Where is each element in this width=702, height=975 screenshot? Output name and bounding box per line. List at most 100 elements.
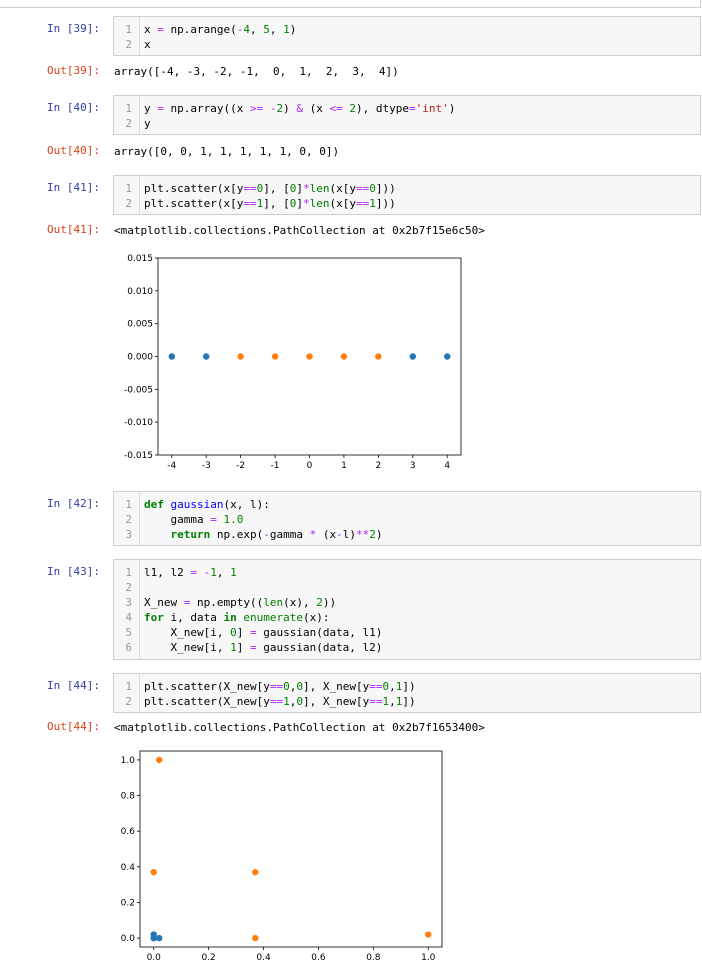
y-tick-label: 0.6 xyxy=(121,827,136,837)
line-number: 2 xyxy=(125,513,132,526)
line-number: 1 xyxy=(125,498,132,511)
in-prompt-43: In [43]: xyxy=(47,565,100,578)
code-line: X_new = np.empty((len(x), 2)) xyxy=(144,596,337,609)
y-tick-label: -0.005 xyxy=(124,385,153,395)
scatter-plot-1: -4 -3 -2 -1 0 1 2 3 4 0.015 0.010 0.005 0.000 -0.005 -… xyxy=(124,254,462,471)
x-tick-label: -1 xyxy=(271,461,280,471)
code-cell-44[interactable]: 1 plt.scatter(X_new[y==0,0], X_new[y==0,1… xyxy=(113,673,701,713)
line-number: 4 xyxy=(125,611,132,624)
scatter-point-series-0 xyxy=(444,353,451,360)
in-prompt-42: In [42]: xyxy=(47,497,100,510)
scatter-point-series-0 xyxy=(150,934,157,942)
output-text-44: <matplotlib.collections.PathCollection a… xyxy=(114,721,485,734)
scatter-point-series-1 xyxy=(156,756,163,764)
y-tick-label: 0.015 xyxy=(127,254,153,264)
y-tick-label: 0.005 xyxy=(127,320,153,330)
out-prompt-39: Out[39]: xyxy=(47,64,100,77)
line-number: 6 xyxy=(125,641,132,654)
x-tick-label: 1.0 xyxy=(421,953,436,963)
x-tick-label: 0 xyxy=(307,461,313,471)
line-number: 2 xyxy=(125,581,132,594)
x-tick-label: 1 xyxy=(341,461,347,471)
scatter-point-series-0 xyxy=(168,353,175,360)
scatter-point-series-1 xyxy=(252,868,259,876)
line-number: 1 xyxy=(125,182,132,195)
code-line: return np.exp(-gamma * (x-l)**2) xyxy=(170,528,383,541)
scatter-point-series-1 xyxy=(271,353,279,360)
code-line: l1, l2 = -1, 1 xyxy=(144,566,237,579)
line-number: 3 xyxy=(125,596,132,609)
line-number: 3 xyxy=(125,528,132,541)
scatter-point-series-1 xyxy=(340,353,348,360)
scatter-point-series-0 xyxy=(409,353,416,360)
x-tick-label: 0.4 xyxy=(256,953,271,963)
scatter-point-series-1 xyxy=(375,353,382,360)
out-prompt-41: Out[41]: xyxy=(47,223,100,236)
output-text-40: array([0, 0, 1, 1, 1, 1, 1, 0, 0]) xyxy=(114,145,340,158)
plot-frame xyxy=(139,750,443,948)
line-number: 2 xyxy=(125,38,132,51)
code-cell-39[interactable]: 1 x = np.arange(-4, 5, 1) 2x xyxy=(113,16,701,56)
code-line: gamma = 1.0 xyxy=(144,513,244,526)
x-tick-label: -4 xyxy=(167,461,176,471)
x-tick-label: 3 xyxy=(410,461,416,471)
scatter-point-series-1 xyxy=(237,353,244,360)
code-line: plt.scatter(X_new[y==0,0], X_new[y==0,1]… xyxy=(144,680,416,693)
code-line: def gaussian(x, l): xyxy=(144,498,270,511)
code-cell-43[interactable]: 1 l1, l2 = -1, 1 2 3 X_new = np.empty((len… xyxy=(113,559,701,660)
code-line: x xyxy=(144,38,151,51)
line-number: 2 xyxy=(125,197,132,210)
out-prompt-40: Out[40]: xyxy=(47,144,100,157)
y-tick-label: 1.0 xyxy=(121,756,136,766)
line-number: 1 xyxy=(125,680,132,693)
scatter-point-series-1 xyxy=(306,353,313,360)
x-tick-label: 0.2 xyxy=(201,953,215,963)
y-tick-label: 0.8 xyxy=(121,792,136,802)
x-tick-label: -3 xyxy=(202,461,211,471)
line-number: 5 xyxy=(125,626,132,639)
in-prompt-39: In [39]: xyxy=(47,22,100,35)
line-number: 1 xyxy=(125,102,132,115)
y-tick-label: 0.010 xyxy=(127,287,153,297)
scatter-point-series-0 xyxy=(156,934,163,942)
code-line: x = np.arange(-4, 5, 1) xyxy=(144,23,297,36)
code-line: X_new[i, 1] = gaussian(data, l2) xyxy=(144,641,383,654)
in-prompt-44: In [44]: xyxy=(47,679,100,692)
code-line: plt.scatter(X_new[y==1,0], X_new[y==1,1]… xyxy=(144,695,416,708)
y-tick-label: -0.015 xyxy=(124,451,153,461)
scatter-point-series-1 xyxy=(252,934,259,942)
x-tick-label: 0.6 xyxy=(311,953,326,963)
code-line: y = np.array((x >= -2) & (x <= 2), dtype… xyxy=(144,102,456,115)
x-tick-label: 4 xyxy=(444,461,450,471)
scatter-plot-2: 0.0 0.2 0.4 0.6 0.8 1.0 1.0 0.8 0.6 0.4 0.2 0.0 xyxy=(121,750,443,963)
line-number: 1 xyxy=(125,566,132,579)
in-prompt-41: In [41]: xyxy=(47,181,100,194)
code-line: plt.scatter(x[y==0], [0]*len(x[y==0])) xyxy=(144,182,396,195)
code-line: y xyxy=(144,117,151,130)
output-text-39: array([-4, -3, -2, -1, 0, 1, 2, 3, 4]) xyxy=(114,65,399,78)
y-tick-label: 0.2 xyxy=(121,898,135,908)
code-line: for i, data in enumerate(x): xyxy=(144,611,330,624)
y-tick-label: 0.000 xyxy=(127,353,153,363)
code-line: X_new[i, 0] = gaussian(data, l1) xyxy=(144,626,383,639)
output-text-41: <matplotlib.collections.PathCollection a… xyxy=(114,224,485,237)
y-tick-label: -0.010 xyxy=(124,418,153,428)
code-cell-41[interactable]: 1 plt.scatter(x[y==0], [0]*len(x[y==0])) … xyxy=(113,175,701,215)
scatter-point-series-0 xyxy=(203,353,210,360)
code-line: plt.scatter(x[y==1], [0]*len(x[y==1])) xyxy=(144,197,396,210)
code-cell-42[interactable]: 1 def gaussian(x, l): 2 gamma = 1.0 3 ret… xyxy=(113,491,701,546)
line-number: 1 xyxy=(125,23,132,36)
x-tick-label: -2 xyxy=(236,461,245,471)
x-tick-label: 0.0 xyxy=(147,953,162,963)
previous-cell-bottom xyxy=(0,0,701,8)
code-cell-40[interactable]: 1 y = np.array((x >= -2) & (x <= 2), dtyp… xyxy=(113,95,701,135)
x-tick-label: 0.8 xyxy=(366,953,381,963)
in-prompt-40: In [40]: xyxy=(47,101,100,114)
scatter-point-series-1 xyxy=(425,931,432,938)
line-number: 2 xyxy=(125,695,132,708)
scatter-point-series-1 xyxy=(150,868,157,876)
y-tick-label: 0.0 xyxy=(121,934,136,944)
x-tick-label: 2 xyxy=(375,461,381,471)
y-tick-label: 0.4 xyxy=(121,863,136,873)
out-prompt-44: Out[44]: xyxy=(47,720,100,733)
